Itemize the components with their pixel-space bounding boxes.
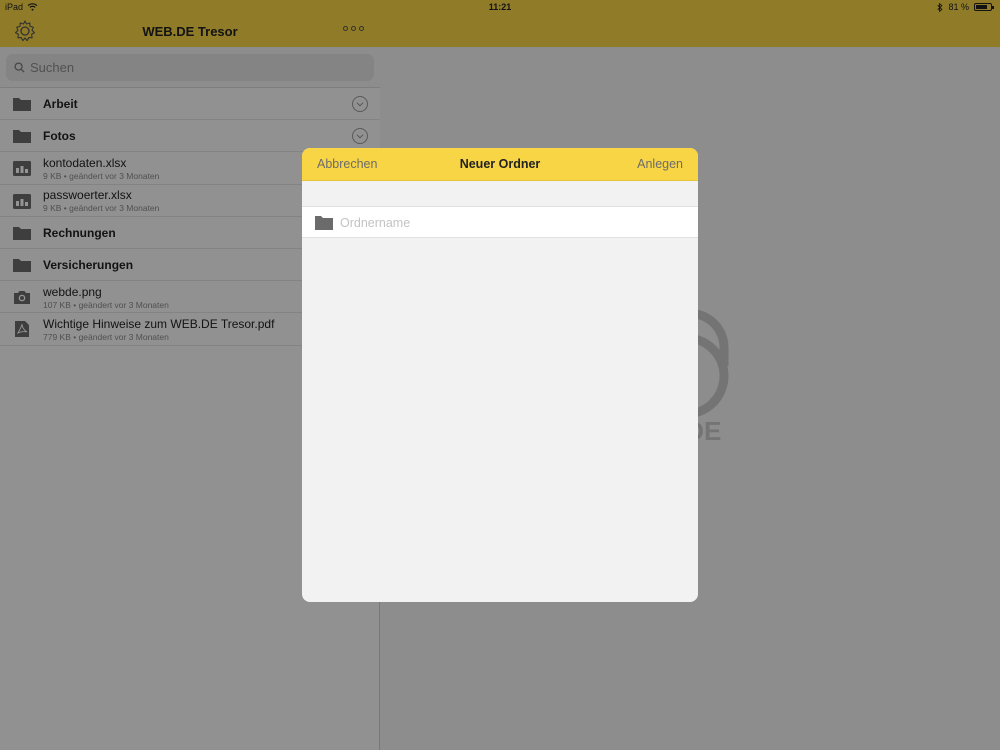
folder-icon xyxy=(315,216,333,230)
create-button[interactable]: Anlegen xyxy=(637,157,683,171)
dialog-header: Abbrechen Neuer Ordner Anlegen xyxy=(302,148,698,181)
folder-name-row xyxy=(302,206,698,238)
new-folder-dialog: Abbrechen Neuer Ordner Anlegen xyxy=(302,148,698,602)
folder-name-input[interactable] xyxy=(340,213,680,233)
